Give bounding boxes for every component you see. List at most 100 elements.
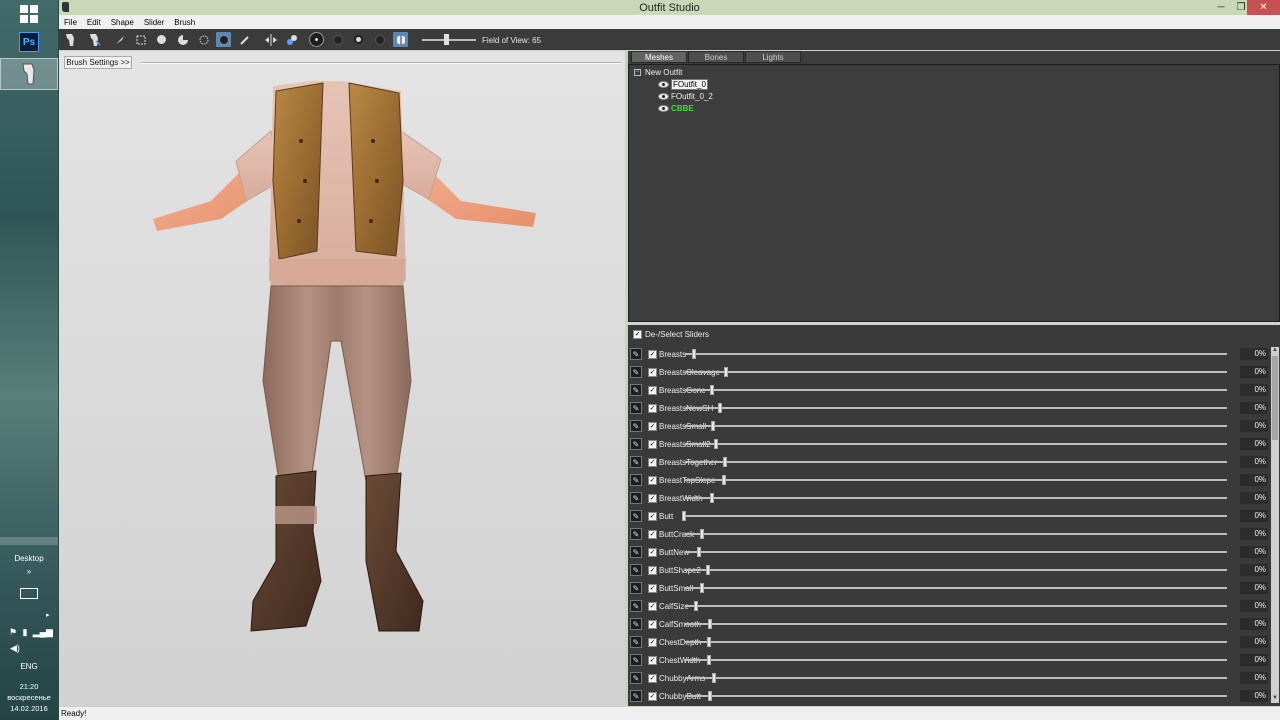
slider-checkbox[interactable]: ✓: [648, 386, 657, 395]
slider-thumb[interactable]: [707, 637, 711, 647]
mirror-tool-icon[interactable]: [263, 32, 278, 47]
slider-scrollbar-thumb[interactable]: [1272, 356, 1278, 440]
edit-slider-icon[interactable]: ✎: [630, 672, 642, 684]
slider-value[interactable]: 0%: [1240, 348, 1268, 360]
battery-icon[interactable]: ▮: [22, 627, 27, 638]
edit-slider-icon[interactable]: ✎: [630, 600, 642, 612]
slider-checkbox[interactable]: ✓: [648, 512, 657, 521]
move-brush-icon[interactable]: [112, 32, 127, 47]
menu-slider[interactable]: Slider: [139, 18, 169, 27]
tree-root[interactable]: − New Outfit: [634, 67, 682, 78]
slider-thumb[interactable]: [707, 655, 711, 665]
slider-track[interactable]: [685, 425, 1227, 427]
slider-track[interactable]: [685, 695, 1227, 697]
slider-value[interactable]: 0%: [1240, 546, 1268, 558]
slider-track[interactable]: [685, 641, 1227, 643]
slider-thumb[interactable]: [722, 475, 726, 485]
taskbar-scrollbar[interactable]: [0, 537, 58, 545]
brush-size-large-icon[interactable]: [351, 32, 366, 47]
slider-checkbox[interactable]: ✓: [648, 350, 657, 359]
slider-track[interactable]: [685, 605, 1227, 607]
edit-slider-icon[interactable]: ✎: [630, 510, 642, 522]
edit-slider-icon[interactable]: ✎: [630, 420, 642, 432]
brush-size-xl-icon[interactable]: [372, 32, 387, 47]
flag-icon[interactable]: ⚑: [9, 627, 17, 638]
slider-checkbox[interactable]: ✓: [648, 368, 657, 377]
slider-thumb[interactable]: [724, 367, 728, 377]
slider-thumb[interactable]: [706, 565, 710, 575]
edit-slider-icon[interactable]: ✎: [630, 402, 642, 414]
tab-lights[interactable]: Lights: [745, 51, 801, 63]
edit-slider-icon[interactable]: ✎: [630, 690, 642, 702]
edit-slider-icon[interactable]: ✎: [630, 582, 642, 594]
edit-slider-icon[interactable]: ✎: [630, 438, 642, 450]
slider-thumb[interactable]: [708, 619, 712, 629]
collapse-icon[interactable]: −: [634, 69, 641, 76]
slider-thumb[interactable]: [700, 583, 704, 593]
desktop-label[interactable]: Desktop: [0, 554, 58, 563]
slider-checkbox[interactable]: ✓: [648, 692, 657, 701]
slider-value[interactable]: 0%: [1240, 600, 1268, 612]
slider-thumb[interactable]: [718, 403, 722, 413]
edit-slider-icon[interactable]: ✎: [630, 474, 642, 486]
edit-slider-icon[interactable]: ✎: [630, 366, 642, 378]
slider-value[interactable]: 0%: [1240, 402, 1268, 414]
menu-shape[interactable]: Shape: [106, 18, 139, 27]
weight-brush-icon[interactable]: [216, 32, 231, 47]
slider-value[interactable]: 0%: [1240, 564, 1268, 576]
slider-checkbox[interactable]: ✓: [648, 584, 657, 593]
slider-value[interactable]: 0%: [1240, 366, 1268, 378]
slider-thumb[interactable]: [694, 601, 698, 611]
inflate-brush-icon[interactable]: [154, 32, 169, 47]
slider-value[interactable]: 0%: [1240, 618, 1268, 630]
slider-track[interactable]: [685, 551, 1227, 553]
edit-slider-icon[interactable]: ✎: [630, 456, 642, 468]
slider-thumb[interactable]: [697, 547, 701, 557]
mask-brush-icon[interactable]: [133, 32, 148, 47]
slider-value[interactable]: 0%: [1240, 492, 1268, 504]
scroll-down-icon[interactable]: ▼: [1271, 695, 1279, 703]
chevron-down-icon[interactable]: »: [0, 567, 58, 576]
brush-size-medium-icon[interactable]: [330, 32, 345, 47]
slider-thumb[interactable]: [714, 439, 718, 449]
select-tool-icon[interactable]: [63, 32, 78, 47]
slider-track[interactable]: [685, 497, 1227, 499]
slider-checkbox[interactable]: ✓: [648, 476, 657, 485]
slider-checkbox[interactable]: ✓: [648, 548, 657, 557]
slider-value[interactable]: 0%: [1240, 582, 1268, 594]
slider-thumb[interactable]: [712, 673, 716, 683]
slider-track[interactable]: [685, 533, 1227, 535]
slider-value[interactable]: 0%: [1240, 672, 1268, 684]
deflate-brush-icon[interactable]: [175, 32, 190, 47]
brush-size-small-icon[interactable]: [309, 32, 324, 47]
fov-slider-thumb[interactable]: [444, 34, 449, 45]
slider-checkbox[interactable]: ✓: [648, 494, 657, 503]
slider-track[interactable]: [685, 407, 1227, 409]
smooth-brush-icon[interactable]: [196, 32, 211, 47]
fov-slider-track[interactable]: [422, 39, 476, 41]
slider-value[interactable]: 0%: [1240, 510, 1268, 522]
volume-icon[interactable]: ◀): [10, 643, 20, 654]
slider-track[interactable]: [685, 677, 1227, 679]
edit-slider-icon[interactable]: ✎: [630, 618, 642, 630]
slider-thumb[interactable]: [723, 457, 727, 467]
slider-checkbox[interactable]: ✓: [648, 440, 657, 449]
slider-checkbox[interactable]: ✓: [648, 530, 657, 539]
slider-checkbox[interactable]: ✓: [648, 404, 657, 413]
outfit-model-render[interactable]: [151, 81, 551, 641]
slider-track[interactable]: [685, 515, 1227, 517]
slider-checkbox[interactable]: ✓: [648, 566, 657, 575]
slider-track[interactable]: [685, 587, 1227, 589]
slider-thumb[interactable]: [692, 349, 696, 359]
slider-track[interactable]: [685, 371, 1227, 373]
visibility-eye-icon[interactable]: [658, 93, 669, 100]
outfit-studio-taskbar-button[interactable]: [0, 58, 58, 90]
slider-track[interactable]: [685, 623, 1227, 625]
slider-track[interactable]: [685, 461, 1227, 463]
slider-thumb[interactable]: [700, 529, 704, 539]
tree-shape-item[interactable]: FOutfit_0: [658, 79, 708, 90]
tree-shape-item[interactable]: CBBE: [658, 103, 694, 114]
edit-slider-icon[interactable]: ✎: [630, 564, 642, 576]
menu-file[interactable]: File: [59, 18, 82, 27]
slider-value[interactable]: 0%: [1240, 420, 1268, 432]
